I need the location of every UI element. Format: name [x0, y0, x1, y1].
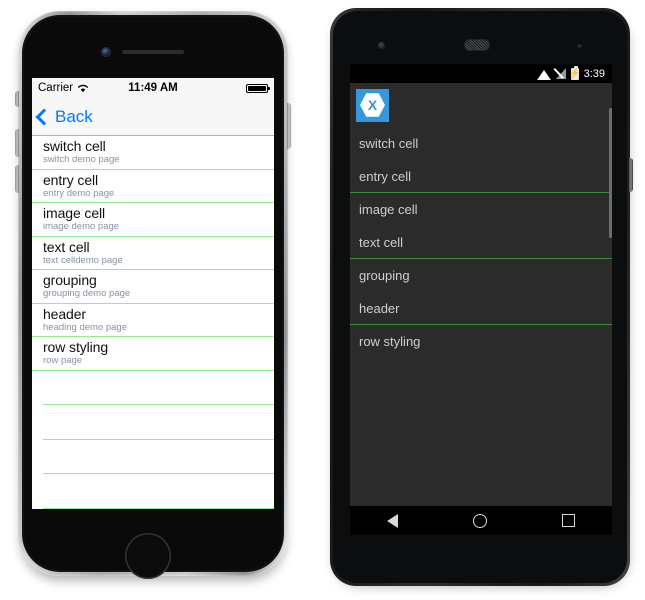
iphone-device-frame: Carrier 11:49 AM Back switch cell switch…: [15, 11, 291, 581]
android-clock: 3:39: [583, 67, 605, 80]
list-item-title: header: [359, 300, 400, 316]
list-item[interactable]: grouping grouping demo page: [32, 270, 274, 304]
wifi-icon: [78, 84, 89, 93]
ios-status-bar: Carrier 11:49 AM: [32, 78, 274, 98]
list-item-title: switch cell: [43, 138, 106, 154]
back-button[interactable]: Back: [35, 106, 93, 127]
android-screen: ⚡ 3:39 X switch cell entry cell image cell…: [350, 64, 612, 535]
list-item-detail: image demo page: [43, 221, 120, 232]
list-item-title: entry cell: [359, 168, 412, 184]
list-item-title: entry cell: [43, 171, 99, 188]
wifi-icon: [536, 69, 551, 80]
android-navigation-bar: [350, 506, 612, 535]
android-scrollbar[interactable]: [609, 108, 612, 238]
ios-navigation-bar: Back: [32, 98, 274, 136]
android-status-bar: ⚡ 3:39: [350, 64, 612, 83]
battery-charging-icon: ⚡: [568, 65, 581, 80]
iphone-volume-up-button[interactable]: [15, 129, 19, 157]
list-item-title: row styling: [359, 334, 421, 349]
list-item[interactable]: entry cell: [350, 160, 612, 193]
list-item-title: switch cell: [359, 136, 419, 151]
ios-list-view[interactable]: switch cell switch demo page entry cell ent…: [32, 136, 274, 509]
iphone-earpiece-speaker: [122, 50, 184, 54]
ios-status-left: Carrier: [38, 82, 89, 94]
nav-back-triangle-icon[interactable]: [387, 513, 399, 528]
list-item-title: grouping: [43, 272, 97, 288]
screenshot-root: Carrier 11:49 AM Back switch cell switch…: [0, 0, 645, 600]
list-item-detail: switch demo page: [43, 154, 120, 165]
list-item[interactable]: text cell: [350, 226, 612, 259]
list-item[interactable]: switch cell: [350, 127, 612, 160]
nav-home-circle-icon[interactable]: [472, 513, 487, 528]
nav-recents-square-icon[interactable]: [561, 514, 575, 527]
list-item-detail: grouping demo page: [43, 288, 131, 299]
signal-no-service-icon: [555, 68, 566, 79]
list-item[interactable]: row styling row page: [32, 337, 274, 371]
battery-bolt-glyph: ⚡: [568, 68, 581, 78]
iphone-home-button[interactable]: [125, 533, 171, 579]
ios-status-right: [246, 83, 270, 93]
battery-full-icon: [246, 83, 270, 93]
list-item[interactable]: switch cell switch demo page: [32, 136, 274, 170]
list-item[interactable]: header heading demo page: [32, 303, 274, 337]
iphone-silent-switch[interactable]: [15, 91, 19, 107]
xamarin-logo-icon[interactable]: X: [356, 88, 389, 122]
android-power-button[interactable]: [629, 158, 633, 192]
ios-carrier-label: Carrier: [38, 82, 74, 94]
list-item[interactable]: entry cell entry demo page: [32, 169, 274, 203]
list-item-title: text cell: [359, 234, 404, 250]
list-item-empty: [43, 440, 274, 474]
list-item-detail: heading demo page: [43, 321, 127, 333]
list-item-title: image cell: [359, 202, 418, 217]
iphone-power-button[interactable]: [287, 103, 291, 149]
xamarin-hexagon-glyph: X: [360, 93, 385, 117]
list-item-title: header: [43, 305, 86, 322]
list-item-detail: entry demo page: [43, 187, 115, 199]
android-app-bar: X: [350, 83, 612, 127]
iphone-screen: Carrier 11:49 AM Back switch cell switch…: [32, 78, 274, 509]
android-list-view[interactable]: switch cell entry cell image cell text cell…: [350, 127, 612, 503]
list-item-title: image cell: [43, 205, 106, 221]
list-item[interactable]: image cell: [350, 193, 612, 226]
list-item[interactable]: grouping: [350, 259, 612, 292]
list-item-title: row styling: [43, 339, 109, 355]
list-item-empty: [43, 474, 274, 509]
android-earpiece-speaker: [464, 39, 490, 51]
iphone-volume-down-button[interactable]: [15, 165, 19, 193]
list-item[interactable]: text cell text celldemo page: [32, 236, 274, 270]
list-item-empty: [43, 405, 274, 440]
list-item-empty: [43, 371, 274, 405]
android-front-camera-icon: [378, 42, 385, 49]
list-item-detail: text celldemo page: [43, 254, 123, 266]
iphone-front-camera-icon: [102, 48, 110, 56]
android-proximity-sensor: [577, 44, 582, 48]
android-device-frame: ⚡ 3:39 X switch cell entry cell image cell…: [330, 8, 633, 588]
list-item[interactable]: row styling: [350, 325, 612, 358]
list-item-title: grouping: [359, 268, 410, 283]
list-item-detail: row page: [43, 355, 83, 366]
chevron-left-icon: [35, 108, 53, 125]
list-item-title: text cell: [43, 238, 90, 255]
list-item[interactable]: header: [350, 292, 612, 325]
list-item[interactable]: image cell image demo page: [32, 203, 274, 237]
back-button-label: Back: [55, 106, 93, 126]
